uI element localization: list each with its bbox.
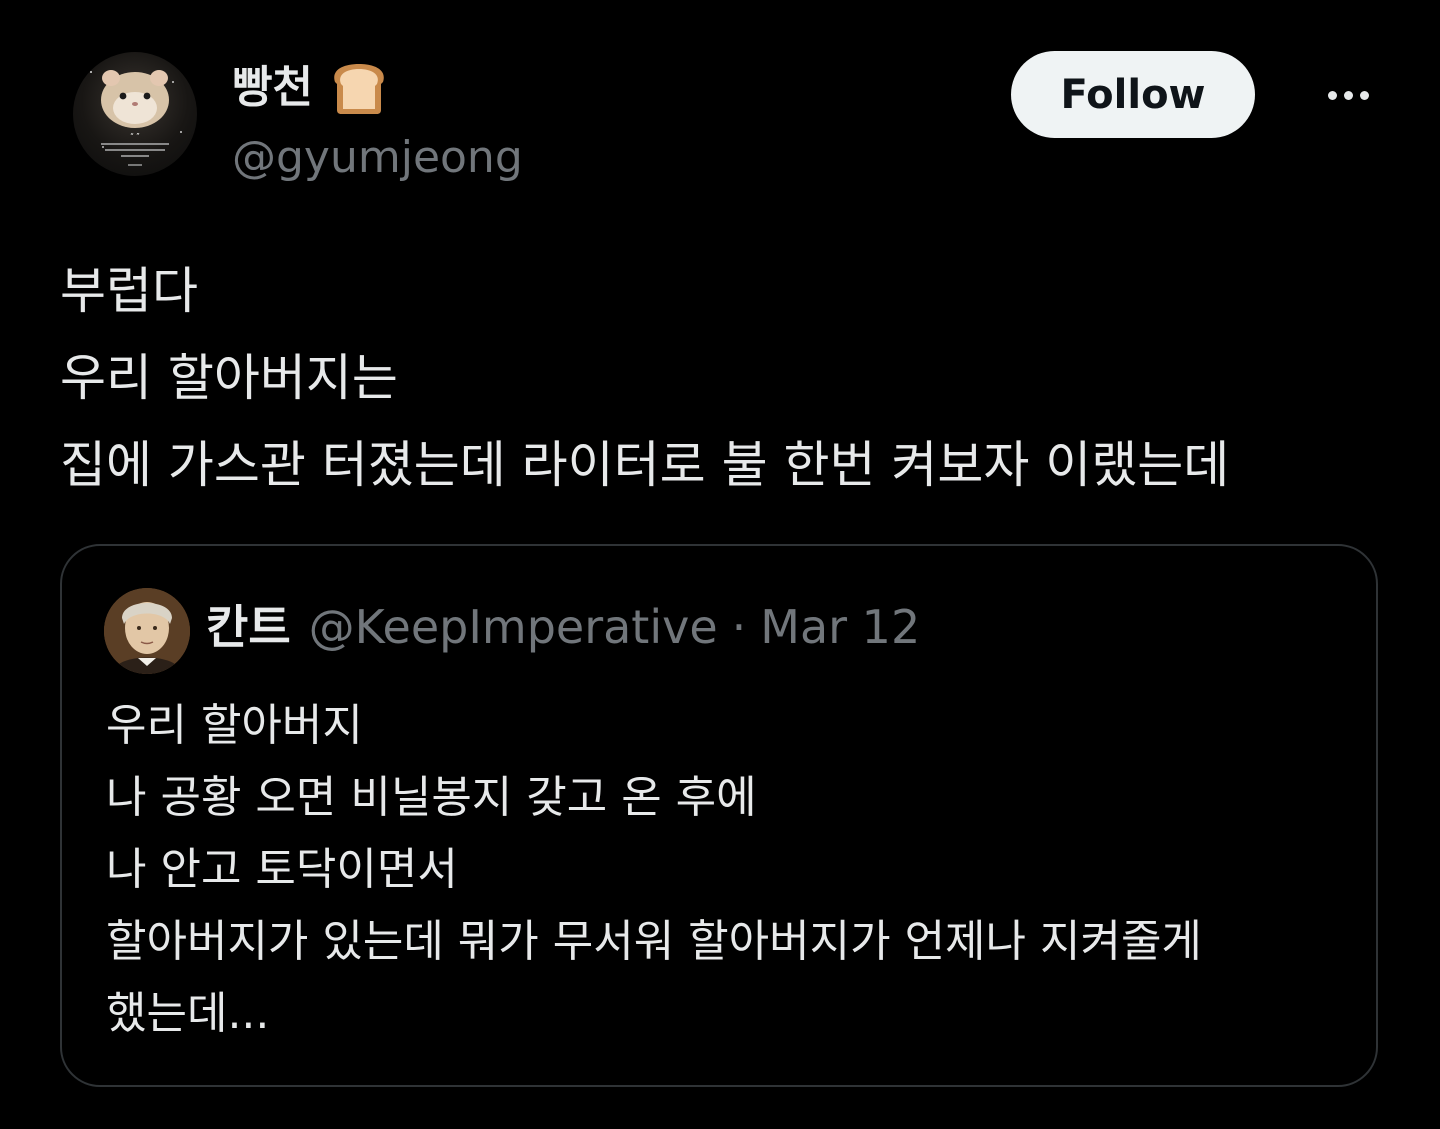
hamster-avatar-icon: “ ”	[90, 70, 182, 166]
author-display-name[interactable]: 빵천	[232, 66, 313, 110]
quoted-tweet-text: 우리 할아버지 나 공황 오면 비닐봉지 갖고 온 후에 나 안고 토닥이면서 …	[106, 690, 1346, 1050]
svg-text:“ ”: “ ”	[130, 132, 139, 140]
tweet-text: 부럽다 우리 할아버지는 집에 가스관 터졌는데 라이터로 불 한번 켜보자 이…	[60, 248, 1400, 509]
quoted-author-name[interactable]: 칸트	[206, 604, 291, 650]
quoted-author-handle[interactable]: @KeepImperative	[309, 604, 718, 650]
quoted-tweet-card[interactable]: 칸트 @KeepImperative · Mar 12 우리 할아버지 나 공황…	[60, 544, 1378, 1087]
quoted-text-line: 할아버지가 있는데 뭐가 무서워 할아버지가 언제나 지켜줄게	[106, 916, 1202, 967]
tweet-text-line: 부럽다	[60, 262, 198, 320]
tweet-text-line: 집에 가스관 터졌는데 라이터로 불 한번 켜보자 이랬는데	[60, 436, 1230, 494]
quoted-tweet-header: 칸트 @KeepImperative · Mar 12	[206, 604, 920, 650]
quoted-text-line: 했는데...	[106, 988, 270, 1039]
tweet-text-line: 우리 할아버지는	[60, 349, 398, 407]
portrait-avatar-icon	[104, 588, 190, 674]
quoted-text-line: 우리 할아버지	[106, 700, 363, 751]
author-avatar[interactable]: “ ”	[73, 52, 197, 176]
tweet: “ ” 빵천 @gyumjeong Follow 부럽다 우리 할아버지는 집에…	[0, 0, 1440, 1129]
follow-button[interactable]: Follow	[1011, 51, 1255, 138]
author-name-row: 빵천	[232, 60, 391, 116]
bread-icon	[327, 60, 391, 116]
quoted-tweet-date[interactable]: Mar 12	[760, 604, 920, 650]
author-handle[interactable]: @gyumjeong	[232, 133, 523, 182]
quoted-author-avatar[interactable]	[104, 588, 190, 674]
header-separator: ·	[731, 600, 747, 654]
quoted-text-line: 나 안고 토닥이면서	[106, 844, 458, 895]
quoted-text-line: 나 공황 오면 비닐봉지 갖고 온 후에	[106, 772, 757, 823]
more-dots-icon[interactable]	[1316, 76, 1380, 114]
